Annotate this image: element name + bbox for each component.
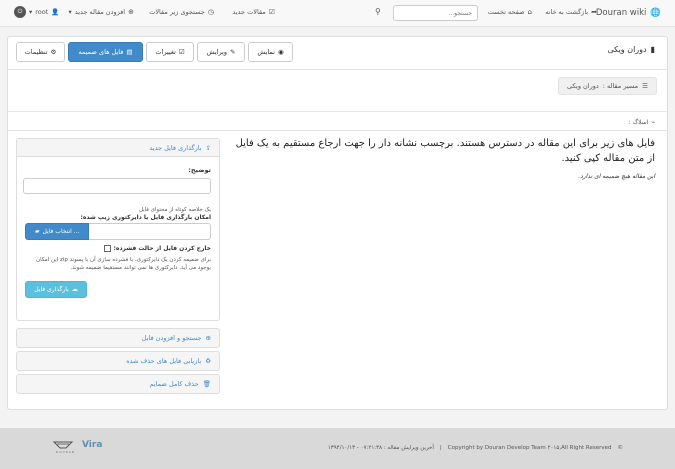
delete-attachments-label: حذف کامل ضمایم [149,380,199,388]
footer-text: © Copyright by Douran Develop Team ۲۰۱۵,… [328,445,623,451]
power-icon: ⏻ [14,6,26,18]
nav-main-page-label: صفحه نخست [487,8,525,16]
cloud-upload-icon: ☁ [71,286,78,293]
plus-icon: ⊕ [128,8,134,16]
slug-row: ⌁ اسلاگ : [629,119,655,126]
edit-button-label: ویرایش [206,48,227,56]
caret-down-icon: ▾ [29,8,33,16]
caret-down-icon: ▾ [68,8,72,16]
file-label: امکان بارگذاری فایل یا دایرکتوری زیپ شده… [80,214,211,221]
gear-icon: ⚙ [50,48,57,56]
edit-button[interactable]: ✎ ویرایش [197,42,245,62]
divider [8,130,667,131]
file-name-field[interactable] [89,223,211,240]
edit-square-icon: ☑ [178,48,185,56]
nav-add-new-article-label: افزودن مقاله جدید [74,8,126,16]
breadcrumb-link[interactable]: دوران ویکی [567,82,599,90]
attachments-button[interactable]: ▤ فایل های ضمیمه [68,42,143,62]
svg-text:D O U R A N: D O U R A N [56,450,74,454]
search-icon[interactable]: ⚲ [375,7,381,16]
nav-back-to-home[interactable]: ➦ بازگشت به خانه [545,8,597,16]
recycle-icon: ♻ [205,357,211,365]
trash-icon: 🗑 [202,380,211,388]
nav-search-articles[interactable]: ◷ جستجوی زیر مقالات [149,8,214,16]
user-icon: 👤 [51,8,60,16]
attachments-button-label: فایل های ضمیمه [78,48,124,56]
list-icon: ☰ [642,82,648,90]
settings-button[interactable]: ⚙ تنظیمات [16,42,65,62]
delete-attachments-toggle[interactable]: 🗑 حذف کامل ضمایم [16,374,220,394]
nav-back-to-home-label: بازگشت به خانه [545,8,589,16]
separator: | [439,445,442,451]
copyright-text: Copyright by Douran Develop Team ۲۰۱۵,Al… [447,445,612,451]
extract-label: خارج کردن فایل از حالت فشرده: [113,245,212,252]
upload-file-button[interactable]: ☁ بارگذاری فایل [25,281,87,298]
search-add-file-toggle[interactable]: ⊕ جستجو و افزودن فایل [16,328,220,348]
nav-search-articles-label: جستجوی زیر مقالات [149,8,205,16]
view-button-label: نمایش [257,48,275,56]
restore-deleted-toggle[interactable]: ♻ بازیابی فایل های حذف شده [16,351,220,371]
search-add-file-label: جستجو و افزودن فایل [141,334,202,342]
page-title-label: دوران ویکی [607,45,647,54]
upload-panel-header[interactable]: ⇪ بارگذاری فایل جدید [17,139,219,157]
nav-new-articles[interactable]: ☑ مقالات جدید [232,8,275,16]
nav-add-new-article[interactable]: ⊕ افزودن مقاله جدید ▾ [69,8,134,16]
tag-icon: ⌁ [651,119,655,126]
main-panel: ▮ دوران ویکی ◉ نمایش ✎ ویرایش ☑ تغییرات … [7,36,668,410]
last-edit-text: آخرین ویرایش مقاله : ۰۷:۲۱:۳۸ - ۱۳۹۴/۱۰/… [327,445,434,451]
copyright-icon: © [617,445,624,451]
brand[interactable]: 🌐 Douran wiki [596,8,661,18]
user-menu[interactable]: ⏻ ▾ root 👤 [14,6,59,18]
no-attachments-text: این مقاله هیچ ضمیمه ای ندارد. [578,173,655,180]
divider [8,69,667,70]
upload-panel-title: بارگذاری فایل جدید [149,143,202,152]
upload-panel: ⇪ بارگذاری فایل جدید توضیح: یک خلاصه کوت… [16,138,220,321]
view-button[interactable]: ◉ نمایش [248,42,293,62]
extract-checkbox[interactable] [103,245,111,252]
brand-label: Douran wiki [595,8,647,18]
top-navbar: 🌐 Douran wiki ➦ بازگشت به خانه ⌂ صفحه نخ… [0,0,675,27]
svg-text:Vira: Vira [82,440,102,450]
restore-deleted-label: بازیابی فایل های حذف شده [126,357,202,365]
pencil-icon: ✎ [230,48,236,56]
checkbox-icon: ☑ [268,8,275,16]
settings-button-label: تنظیمات [24,48,48,56]
nav-new-articles-label: مقالات جدید [232,8,266,16]
upload-file-button-label: بارگذاری فایل [34,286,69,293]
search-input[interactable] [393,5,478,21]
divider [8,111,667,112]
footer: Vira D O U R A N © Copyright by Douran D… [0,428,675,469]
nav-main-page[interactable]: ⌂ صفحه نخست [488,8,532,16]
share-icon: ➦ [591,8,597,16]
description-label: توضیح: [188,166,211,174]
changes-button-label: تغییرات [155,48,176,56]
douran-logo: Vira D O U R A N [52,440,102,454]
extract-row: خارج کردن فایل از حالت فشرده: [25,245,211,252]
home-icon: ⌂ [527,8,532,16]
choose-file-label: انتخاب فایل ... [42,228,80,235]
upload-form: توضیح: یک خلاصه کوتاه از محتوای فایل امک… [17,157,219,304]
user-name: root [35,8,49,16]
globe-icon: 🌐 [650,8,661,18]
description-help: یک خلاصه کوتاه از محتوای فایل [138,207,211,213]
file-picker: ▰ انتخاب فایل ... [25,223,211,240]
file-icon: ▮ [650,45,655,54]
upload-icon: ⇪ [205,143,211,152]
extract-help: برای ضمیمه کردن یک دایرکتوری، با فشرده س… [36,257,211,271]
folder-open-icon: ▰ [34,228,40,235]
changes-button[interactable]: ☑ تغییرات [146,42,194,62]
page-title: ▮ دوران ویکی [607,45,655,54]
eye-icon: ◉ [278,48,284,56]
choose-file-button[interactable]: ▰ انتخاب فایل ... [25,223,90,240]
breadcrumb: ☰ مسیر مقاله : دوران ویکی [558,77,657,95]
slug-label: اسلاگ : [628,119,649,126]
description-input[interactable] [23,178,211,194]
breadcrumb-label: مسیر مقاله : [602,82,639,90]
plus-circle-icon: ⊕ [205,334,211,342]
attachments-intro-text: فایل های زیر برای این مقاله در دسترس هست… [235,138,655,164]
clock-icon: ◷ [207,8,214,16]
attachments-description: فایل های زیر برای این مقاله در دسترس هست… [235,136,655,180]
attachment-icon: ▤ [126,48,133,56]
